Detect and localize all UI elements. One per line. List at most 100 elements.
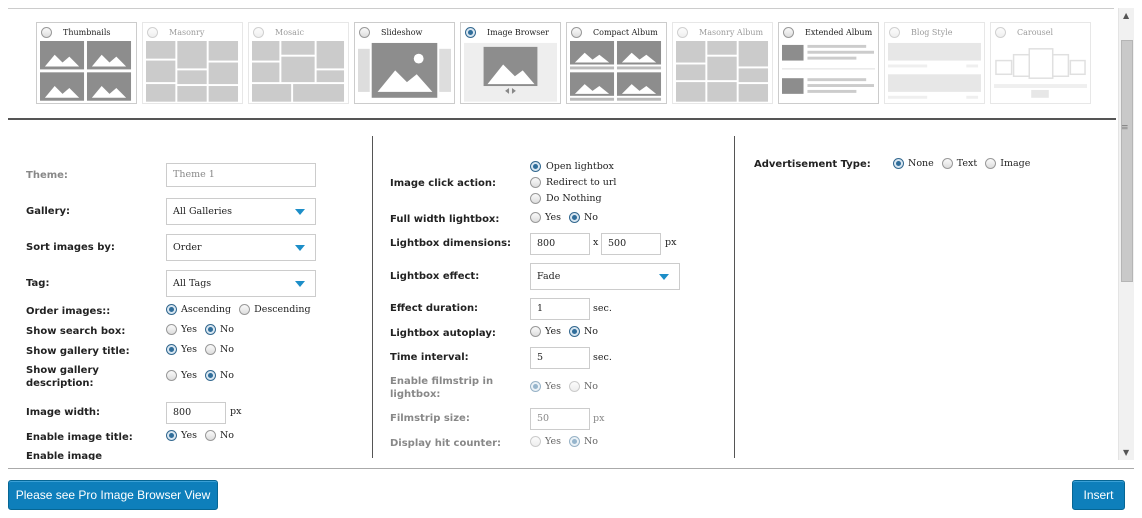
- interval-field[interactable]: 5: [530, 347, 590, 369]
- click-redirect-radio[interactable]: [530, 177, 541, 188]
- ad-image-radio[interactable]: [985, 158, 997, 169]
- footer-divider: [8, 468, 1134, 469]
- search-box-label: Show search box:: [26, 326, 126, 337]
- column-divider: [372, 136, 373, 458]
- view-thumbnails[interactable]: Thumbnails: [36, 22, 137, 104]
- order-desc-radio[interactable]: [239, 304, 251, 315]
- filmstrip-radio-group: Yes No: [530, 381, 601, 392]
- no-radio[interactable]: [204, 430, 216, 441]
- order-asc-radio[interactable]: [166, 304, 177, 315]
- sort-select[interactable]: Order: [166, 234, 316, 261]
- yes-radio[interactable]: [530, 436, 541, 447]
- chevron-down-icon: [295, 281, 305, 287]
- click-nothing-radio[interactable]: [530, 193, 541, 204]
- view-image-browser[interactable]: Image Browser: [460, 22, 561, 104]
- view-extended-album[interactable]: Extended Album: [778, 22, 879, 104]
- click-action-label: Image click action:: [390, 178, 497, 189]
- no-label: No: [583, 436, 598, 447]
- yes-radio[interactable]: [530, 326, 541, 337]
- image-width-field[interactable]: 800: [166, 402, 226, 424]
- carousel-icon: [994, 48, 1087, 98]
- hit-counter-label: Display hit counter:: [390, 438, 502, 449]
- view-compact-album[interactable]: Compact Album: [566, 22, 667, 104]
- image-width-label: Image width:: [26, 407, 101, 418]
- yes-radio[interactable]: [166, 324, 177, 335]
- clipped-row: Enable image: [26, 450, 146, 460]
- yes-radio[interactable]: [530, 212, 541, 223]
- view-radio[interactable]: [465, 27, 476, 38]
- tag-select[interactable]: All Tags: [166, 270, 316, 297]
- view-label: Masonry: [169, 28, 205, 37]
- no-radio[interactable]: [568, 212, 580, 223]
- masonry-album-icon: [676, 41, 769, 102]
- ad-text-label: Text: [956, 158, 978, 169]
- view-masonry[interactable]: Masonry: [142, 22, 243, 104]
- insert-button[interactable]: Insert: [1072, 480, 1125, 510]
- gallery-label: Gallery:: [26, 206, 71, 217]
- ad-none-radio[interactable]: [893, 158, 904, 169]
- view-radio[interactable]: [253, 27, 264, 38]
- yes-label: Yes: [181, 430, 197, 441]
- view-radio[interactable]: [995, 27, 1006, 38]
- click-redirect-option: Redirect to url: [530, 177, 616, 188]
- blog-style-icon: [888, 42, 981, 99]
- view-carousel[interactable]: Carousel: [990, 22, 1091, 104]
- theme-field[interactable]: Theme 1: [166, 163, 316, 187]
- scroll-down-arrow-icon[interactable]: ▼: [1123, 448, 1129, 457]
- effect-select[interactable]: Fade: [530, 263, 680, 290]
- yes-radio[interactable]: [166, 370, 177, 381]
- view-radio[interactable]: [147, 27, 158, 38]
- click-open-lightbox-option: Open lightbox: [530, 161, 614, 172]
- ad-text-radio[interactable]: [941, 158, 953, 169]
- view-masonry-album[interactable]: Masonry Album: [672, 22, 773, 104]
- view-blog-style[interactable]: Blog Style: [884, 22, 985, 104]
- duration-unit: sec.: [593, 303, 612, 314]
- yes-label: Yes: [545, 436, 561, 447]
- gallery-select[interactable]: All Galleries: [166, 198, 316, 225]
- view-radio[interactable]: [571, 27, 582, 38]
- scrollbar-thumb[interactable]: [1121, 40, 1133, 282]
- no-label: No: [583, 212, 598, 223]
- view-radio[interactable]: [41, 27, 52, 38]
- filmstrip-size-field[interactable]: 50: [530, 408, 590, 430]
- view-label: Carousel: [1017, 28, 1054, 37]
- gallery-select-value: All Galleries: [173, 206, 232, 217]
- yes-radio[interactable]: [166, 430, 177, 441]
- mosaic-icon: [252, 41, 345, 102]
- no-radio[interactable]: [568, 436, 580, 447]
- order-asc-label: Ascending: [181, 304, 232, 315]
- chevron-down-icon: [295, 245, 305, 251]
- view-radio[interactable]: [677, 27, 688, 38]
- click-open-lightbox-radio[interactable]: [530, 161, 541, 172]
- dimensions-unit: px: [665, 237, 677, 248]
- full-width-radio-group: Yes No: [530, 212, 601, 223]
- no-radio[interactable]: [568, 381, 580, 392]
- tag-select-value: All Tags: [173, 278, 212, 289]
- masonry-icon: [146, 41, 239, 102]
- view-radio[interactable]: [359, 27, 370, 38]
- no-radio[interactable]: [204, 344, 216, 355]
- view-slideshow[interactable]: Slideshow: [354, 22, 455, 104]
- chevron-down-icon: [295, 209, 305, 215]
- click-open-lightbox-label: Open lightbox: [546, 161, 614, 172]
- top-divider: [8, 8, 1114, 9]
- no-radio[interactable]: [568, 326, 580, 337]
- no-radio[interactable]: [204, 370, 216, 381]
- no-radio[interactable]: [204, 324, 216, 335]
- view-mosaic[interactable]: Mosaic: [248, 22, 349, 104]
- dimensions-width-field[interactable]: 800: [530, 233, 590, 255]
- view-radio[interactable]: [889, 27, 900, 38]
- scroll-up-arrow-icon[interactable]: ▲: [1123, 11, 1129, 20]
- pro-view-button[interactable]: Please see Pro Image Browser View: [8, 480, 218, 510]
- dimensions-height-field[interactable]: 500: [601, 233, 661, 255]
- yes-radio[interactable]: [530, 381, 541, 392]
- filmstrip-size-unit: px: [593, 413, 605, 424]
- yes-label: Yes: [545, 212, 561, 223]
- yes-radio[interactable]: [166, 344, 177, 355]
- image-browser-icon: [464, 42, 557, 102]
- vertical-scrollbar[interactable]: ▲ ≡ ▼: [1118, 8, 1134, 460]
- chevron-down-icon: [659, 274, 669, 280]
- view-radio[interactable]: [783, 27, 794, 38]
- duration-field[interactable]: 1: [530, 298, 590, 320]
- section-divider: [8, 118, 1116, 120]
